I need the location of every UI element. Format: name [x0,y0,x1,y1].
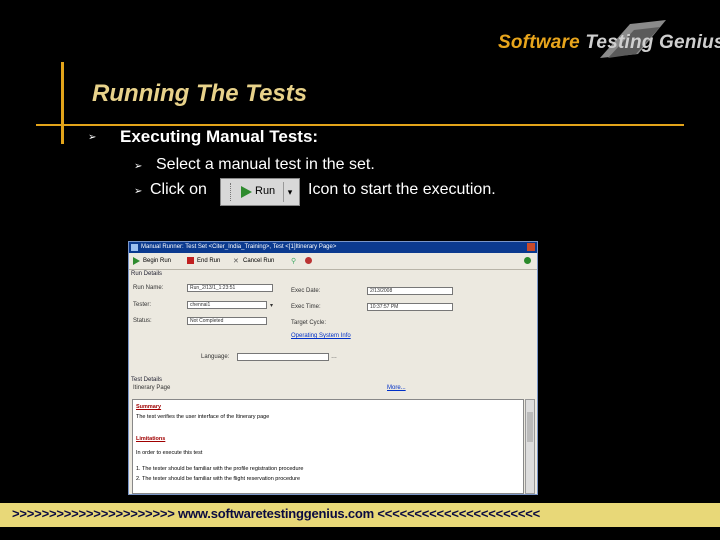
sub-bullet-select: Select a manual test in the set. [156,156,375,173]
end-run-button[interactable]: End Run [197,258,220,264]
help-icon[interactable] [524,257,531,264]
attachment-icon[interactable]: ⚲ [291,257,298,265]
logo-text: Software Testing Genius [498,32,720,54]
chevron-down-icon[interactable]: ▾ [283,182,296,202]
test-description-panel: Summary The test verifies the user inter… [132,399,524,494]
summary-text: The test verifies the user interface of … [136,414,270,420]
sub-bullet-click-before: Click on [150,181,207,198]
language-label: Language: [201,354,230,360]
bullet-main: Executing Manual Tests: [120,127,319,146]
target-cycle-label: Target Cycle: [291,320,327,326]
logo-word-testing-genius: Testing Genius [585,32,720,53]
cancel-run-button[interactable]: Cancel Run [243,258,274,264]
status-label: Status: [133,318,152,324]
manual-runner-window: Manual Runner: Test Set <Citer_India_Tra… [128,241,538,495]
defect-icon[interactable] [305,257,312,264]
test-name: Itinerary Page [133,385,171,391]
toolbar-grip [224,183,231,201]
summary-heading: Summary [136,404,162,410]
more-link[interactable]: More... [387,385,406,391]
scrollbar-thumb[interactable] [527,412,533,442]
footer-banner: >>>>>>>>>>>>>>>>>>>>>> www.softwaretesti… [0,503,720,527]
exec-date-label: Exec Date: [291,288,321,294]
description-scrollbar[interactable] [525,399,535,494]
arrow-bullet-icon: ➢ [134,186,143,197]
run-name-label: Run Name: [133,285,164,291]
sub-bullet-click-after: Icon to start the execution. [308,181,496,198]
toolbar: Begin Run End Run ✕ Cancel Run ⚲ [129,253,537,270]
tester-field[interactable]: chennai1 [187,301,267,309]
limitation-item-2: 2. The tester should be familiar with th… [136,476,301,482]
language-field[interactable] [237,353,329,361]
limitations-heading: Limitations [136,436,166,442]
exec-date-field[interactable]: 2/13/2008 [367,287,453,295]
cancel-run-icon[interactable]: ✕ [233,257,240,265]
footer-url-text[interactable]: >>>>>>>>>>>>>>>>>>>>>> www.softwaretesti… [12,506,540,521]
accent-vertical-line [61,62,64,144]
run-name-field[interactable]: Run_2/13/1_1:23:51 [187,284,273,292]
app-icon [131,244,138,251]
tester-label: Tester: [133,302,152,308]
exec-time-field[interactable]: 10:37:57 PM [367,303,453,311]
run-details-label: Run Details [131,271,163,277]
exec-time-label: Exec Time: [291,304,321,310]
accent-horizontal-line [36,124,684,126]
run-button[interactable]: Run ▾ [220,178,300,206]
play-icon [241,186,252,198]
arrow-bullet-icon: ➢ [88,132,97,143]
test-details-label: Test Details [131,377,163,383]
close-icon[interactable] [527,243,535,251]
begin-run-icon[interactable] [133,257,140,265]
begin-run-button[interactable]: Begin Run [143,258,171,264]
window-title-bar: Manual Runner: Test Set <Citer_India_Tra… [129,242,537,253]
limitations-intro: In order to execute this test [136,450,203,456]
logo-word-software: Software [498,32,580,53]
end-run-icon[interactable] [187,257,194,264]
operating-system-link[interactable]: Operating System Info [291,333,351,339]
limitation-item-1: 1. The tester should be familiar with th… [136,466,304,472]
brand-logo: Software Testing Genius [490,18,720,62]
slide-title: Running The Tests [92,80,308,107]
status-field[interactable]: Not Completed [187,317,267,325]
window-title: Manual Runner: Test Set <Citer_India_Tra… [141,244,337,250]
ellipsis-button[interactable]: … [331,354,337,360]
run-button-label: Run [255,185,276,197]
tester-dropdown-icon[interactable]: ▾ [270,302,273,309]
arrow-bullet-icon: ➢ [134,161,143,172]
